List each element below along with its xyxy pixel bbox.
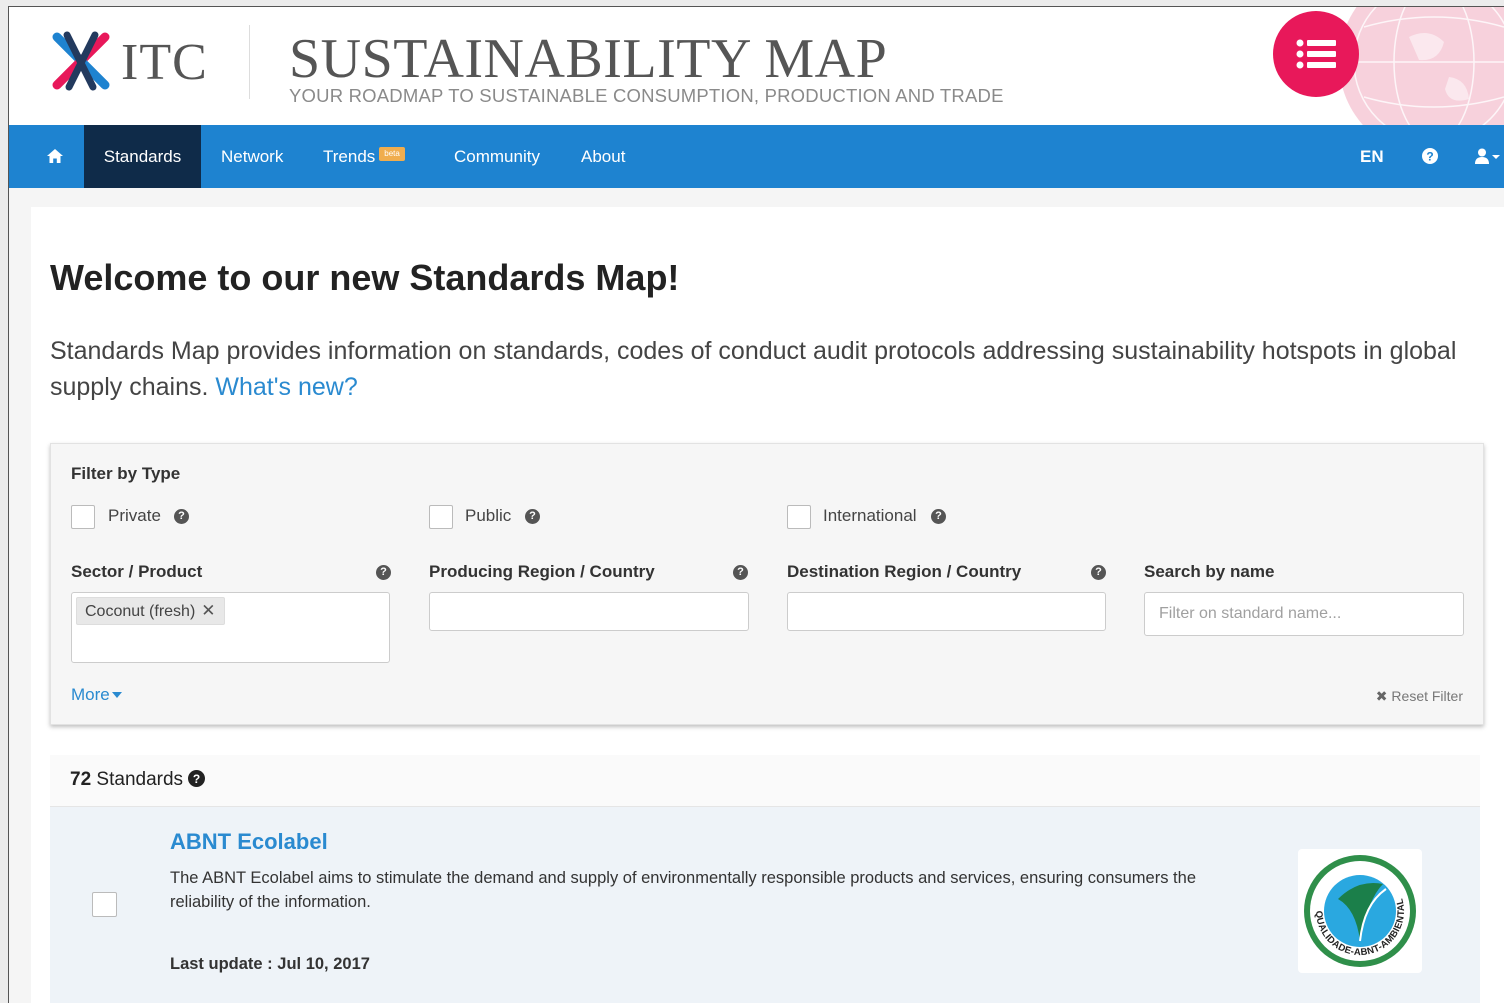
main-content: Welcome to our new Standards Map! Standa… xyxy=(31,207,1504,1003)
sector-tag: Coconut (fresh) ✕ xyxy=(76,597,225,625)
nav-network[interactable]: Network xyxy=(221,125,283,188)
nav-home[interactable] xyxy=(47,125,63,188)
private-label[interactable]: Private xyxy=(108,506,161,526)
sector-select[interactable]: Coconut (fresh) ✕ xyxy=(71,592,390,663)
browser-frame: ITC SUSTAINABILITY MAP YOUR ROADMAP TO S… xyxy=(8,6,1504,1003)
caret-down-icon xyxy=(111,692,122,698)
question-circle-icon[interactable]: ? xyxy=(188,770,206,787)
international-label[interactable]: International xyxy=(823,506,917,526)
results-count-number: 72 xyxy=(70,769,92,790)
nav-about[interactable]: About xyxy=(581,125,625,188)
results-header: 72 Standards ? xyxy=(50,755,1480,807)
compare-checkbox[interactable] xyxy=(92,892,117,917)
last-update-value: Jul 10, 2017 xyxy=(277,955,370,973)
results-count-label: Standards xyxy=(96,769,184,790)
nav-standards-label: Standards xyxy=(103,147,182,166)
abnt-ecolabel-logo-icon: QUALIDADE-ABNT-AMBIENTAL xyxy=(1304,855,1416,967)
language-selector[interactable]: EN xyxy=(1360,125,1384,188)
main-navbar: Standards Network Trends beta Community A… xyxy=(9,125,1504,188)
nav-standards[interactable]: Standards xyxy=(84,125,201,188)
page-title: Welcome to our new Standards Map! xyxy=(50,257,680,298)
public-label[interactable]: Public xyxy=(465,506,511,526)
user-icon xyxy=(1475,148,1500,164)
main-menu-button[interactable] xyxy=(1273,11,1359,97)
help-button[interactable]: ? xyxy=(1422,125,1438,188)
international-help-icon[interactable]: ? xyxy=(931,509,946,524)
public-help-icon[interactable]: ? xyxy=(525,509,540,524)
public-checkbox[interactable] xyxy=(429,505,453,529)
question-circle-icon: ? xyxy=(1422,148,1438,164)
standard-logo[interactable]: QUALIDADE-ABNT-AMBIENTAL xyxy=(1298,849,1422,973)
nav-about-label: About xyxy=(581,147,626,166)
sector-tag-label: Coconut (fresh) xyxy=(85,603,196,620)
standard-description: The ABNT Ecolabel aims to stimulate the … xyxy=(170,869,1196,911)
last-update-label: Last update : xyxy=(170,955,273,973)
nav-community-label: Community xyxy=(454,147,540,166)
itc-logo-icon[interactable] xyxy=(49,27,113,95)
site-tagline: YOUR ROADMAP TO SUSTAINABLE CONSUMPTION,… xyxy=(289,85,1004,106)
more-filters-toggle[interactable]: More xyxy=(71,685,122,705)
filter-panel: Filter by Type Private ? Public ? Intern… xyxy=(50,443,1484,725)
reset-label: Reset Filter xyxy=(1391,688,1463,704)
destination-select[interactable] xyxy=(787,592,1106,631)
sector-label: Sector / Product xyxy=(71,562,203,581)
private-help-icon[interactable]: ? xyxy=(174,509,189,524)
globe-lines-icon xyxy=(1353,7,1504,125)
intro-text: Standards Map provides information on st… xyxy=(50,333,1480,405)
filter-type-label: Filter by Type xyxy=(71,464,181,483)
producing-select[interactable] xyxy=(429,592,749,631)
header-divider xyxy=(249,25,250,99)
site-header: ITC SUSTAINABILITY MAP YOUR ROADMAP TO S… xyxy=(9,7,1504,125)
beta-badge: beta xyxy=(379,147,405,161)
nav-trends[interactable]: Trends beta xyxy=(323,125,405,188)
nav-community[interactable]: Community xyxy=(454,125,540,188)
svg-text:?: ? xyxy=(193,772,200,786)
site-title[interactable]: SUSTAINABILITY MAP xyxy=(289,29,887,89)
svg-text:?: ? xyxy=(1426,150,1433,164)
standard-last-update: Last update : Jul 10, 2017 xyxy=(170,955,370,974)
itc-logo-text[interactable]: ITC xyxy=(121,33,208,92)
remove-tag-icon[interactable]: ✕ xyxy=(201,601,215,620)
sector-help-icon[interactable]: ? xyxy=(376,565,391,580)
producing-label: Producing Region / Country xyxy=(429,562,655,581)
destination-label: Destination Region / Country xyxy=(787,562,1022,581)
more-label: More xyxy=(71,685,110,704)
results-count: 72 Standards ? xyxy=(70,769,206,791)
destination-help-icon[interactable]: ? xyxy=(1091,565,1106,580)
reset-icon: ✖ xyxy=(1375,688,1388,704)
standard-list-item: ABNT Ecolabel The ABNT Ecolabel aims to … xyxy=(50,807,1480,1003)
nav-network-label: Network xyxy=(221,147,284,166)
standard-title-link[interactable]: ABNT Ecolabel xyxy=(170,829,328,855)
nav-trends-label: Trends xyxy=(323,147,376,166)
user-menu-button[interactable] xyxy=(1475,125,1501,188)
producing-help-icon[interactable]: ? xyxy=(733,565,748,580)
reset-filter-button[interactable]: ✖ Reset Filter xyxy=(1376,688,1463,705)
search-input[interactable] xyxy=(1144,592,1464,636)
list-icon xyxy=(1296,39,1336,69)
whats-new-link[interactable]: What's new? xyxy=(215,373,357,401)
international-checkbox[interactable] xyxy=(787,505,811,529)
private-checkbox[interactable] xyxy=(71,505,95,529)
search-label: Search by name xyxy=(1144,562,1275,581)
home-icon xyxy=(47,149,63,163)
